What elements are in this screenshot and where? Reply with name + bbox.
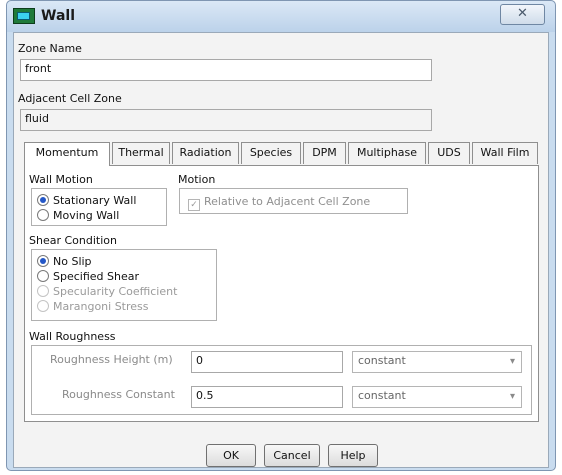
zone-name-input[interactable]: front	[20, 59, 432, 81]
tab-momentum[interactable]: Momentum	[24, 142, 110, 166]
cancel-button[interactable]: Cancel	[264, 444, 320, 467]
chevron-down-icon: ▾	[509, 356, 515, 367]
motion-group: ✓ Relative to Adjacent Cell Zone	[179, 188, 408, 214]
tab-thermal[interactable]: Thermal	[112, 142, 170, 164]
checkbox-icon: ✓	[188, 199, 200, 211]
momentum-panel: Wall Motion Stationary Wall Moving Wall …	[24, 165, 539, 422]
radio-selected-icon	[37, 194, 49, 206]
tab-wall-film[interactable]: Wall Film	[472, 142, 538, 164]
motion-label: Motion	[178, 173, 216, 186]
marangoni-stress-radio: Marangoni Stress	[37, 300, 149, 313]
wall-motion-group: Stationary Wall Moving Wall	[31, 188, 167, 226]
tab-uds[interactable]: UDS	[428, 142, 470, 164]
dialog-body: Zone Name front Adjacent Cell Zone fluid…	[13, 32, 549, 468]
moving-wall-radio[interactable]: Moving Wall	[37, 209, 119, 222]
close-icon: ✕	[517, 6, 528, 21]
radio-icon	[37, 270, 49, 282]
wall-dialog: Wall ✕ Zone Name front Adjacent Cell Zon…	[6, 0, 556, 471]
help-button[interactable]: Help	[328, 444, 378, 467]
shear-condition-group: No Slip Specified Shear Specularity Coef…	[31, 249, 217, 321]
wall-roughness-label: Wall Roughness	[29, 330, 116, 343]
radio-selected-icon	[37, 255, 49, 267]
no-slip-radio[interactable]: No Slip	[37, 255, 92, 268]
app-icon	[13, 8, 35, 24]
adjacent-cell-zone-label: Adjacent Cell Zone	[18, 92, 122, 105]
roughness-constant-label: Roughness Constant	[62, 388, 175, 401]
title-bar[interactable]: Wall ✕	[7, 1, 555, 32]
roughness-height-method-select: constant ▾	[352, 351, 522, 373]
close-button[interactable]: ✕	[500, 4, 545, 25]
tab-species[interactable]: Species	[241, 142, 301, 164]
tab-multiphase[interactable]: Multiphase	[348, 142, 426, 164]
zone-name-label: Zone Name	[18, 42, 82, 55]
specularity-coefficient-radio: Specularity Coefficient	[37, 285, 177, 298]
radio-icon	[37, 300, 49, 312]
relative-to-adjacent-checkbox: ✓ Relative to Adjacent Cell Zone	[188, 195, 370, 211]
roughness-height-input[interactable]: 0	[191, 351, 343, 373]
ok-button[interactable]: OK	[206, 444, 256, 467]
chevron-down-icon: ▾	[509, 391, 515, 402]
adjacent-cell-zone-field: fluid	[20, 109, 432, 131]
wall-motion-label: Wall Motion	[29, 173, 93, 186]
wall-roughness-group: Roughness Height (m) 0 constant ▾ Roughne…	[31, 345, 532, 415]
radio-icon	[37, 209, 49, 221]
tab-radiation[interactable]: Radiation	[172, 142, 239, 164]
shear-condition-label: Shear Condition	[29, 234, 117, 247]
radio-icon	[37, 285, 49, 297]
tab-dpm[interactable]: DPM	[303, 142, 346, 164]
window-title: Wall	[41, 8, 75, 24]
stationary-wall-radio[interactable]: Stationary Wall	[37, 194, 136, 207]
roughness-height-label: Roughness Height (m)	[50, 353, 173, 366]
roughness-constant-method-select: constant ▾	[352, 386, 522, 408]
roughness-constant-input[interactable]: 0.5	[191, 386, 343, 408]
specified-shear-radio[interactable]: Specified Shear	[37, 270, 139, 283]
